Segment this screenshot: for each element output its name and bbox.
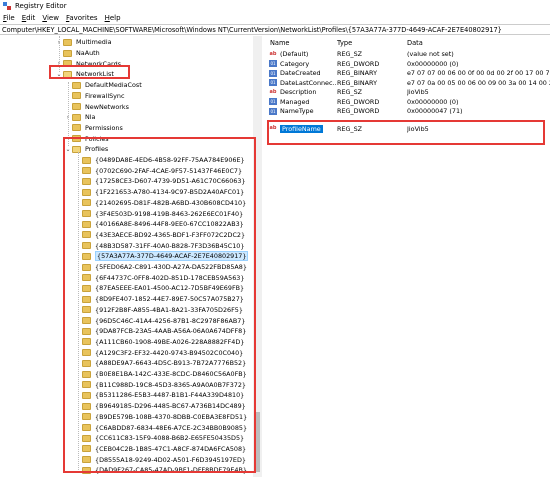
value-row[interactable]: ab (Default) REG_SZ (value not set) <box>264 50 550 60</box>
value-type: REG_BINARY <box>337 69 377 78</box>
highlight-networklist <box>49 65 130 79</box>
value-name: Description <box>280 88 317 97</box>
tree-item-label: Nla <box>85 113 96 122</box>
binary-value-icon: 01 <box>269 69 277 77</box>
tree-item-label: NaAuth <box>76 49 100 58</box>
title-bar: Registry Editor <box>0 0 550 12</box>
value-name-cell: 01 DateCreated <box>269 69 337 79</box>
tree-item-permissions[interactable]: Permissions <box>64 123 123 134</box>
tree-item-label: DefaultMediaCost <box>85 81 142 90</box>
value-data: 0x00000047 (71) <box>407 107 463 116</box>
binary-value-icon: 01 <box>269 107 277 115</box>
value-data: e7 07 07 00 06 00 0f 00 0d 00 2f 00 17 0… <box>407 69 550 78</box>
column-header-data[interactable]: Data <box>407 38 423 48</box>
tree-item-multimedia[interactable]: › Multimedia <box>55 37 112 48</box>
menu-item[interactable]: View <box>42 14 59 22</box>
value-name: Category <box>280 59 310 68</box>
folder-icon <box>72 103 81 111</box>
value-name-cell: ab (Default) <box>269 50 337 60</box>
folder-icon <box>63 49 72 57</box>
value-row[interactable]: 01 Category REG_DWORD 0x00000000 (0) <box>264 59 550 69</box>
value-name-cell: ab Description <box>269 88 337 98</box>
tree-item-defaultmediacost[interactable]: DefaultMediaCost <box>64 80 142 91</box>
value-name-cell: 01 NameType <box>269 107 337 117</box>
tree-item-label: Permissions <box>85 123 123 132</box>
value-name: Managed <box>280 97 310 106</box>
folder-icon <box>72 124 81 132</box>
folder-icon <box>72 92 81 100</box>
value-name: NameType <box>280 107 314 116</box>
value-name: DateCreated <box>280 69 321 78</box>
address-bar[interactable]: Computer\HKEY_LOCAL_MACHINE\SOFTWARE\Mic… <box>0 24 550 35</box>
tree-item-label: FirewallSync <box>85 91 125 100</box>
folder-icon <box>63 38 72 46</box>
value-type: REG_DWORD <box>337 107 380 116</box>
binary-value-icon: 01 <box>269 79 277 87</box>
binary-value-icon: 01 <box>269 60 277 68</box>
value-type: REG_BINARY <box>337 78 377 87</box>
tree-scrollbar-thumb[interactable] <box>256 412 260 472</box>
value-type: REG_SZ <box>337 50 363 59</box>
highlight-profilename <box>267 120 545 145</box>
window-title: Registry Editor <box>15 2 67 10</box>
value-type: REG_DWORD <box>337 97 380 106</box>
value-name: (Default) <box>280 50 309 59</box>
value-name-cell: 01 Category <box>269 59 337 69</box>
value-data: (value not set) <box>407 50 454 59</box>
folder-icon <box>72 81 81 89</box>
value-data: e7 07 0a 00 05 00 06 00 09 00 3a 00 14 0… <box>407 78 550 87</box>
highlight-profiles <box>63 137 256 473</box>
menu-bar: File Edit View Favorites Help <box>0 12 550 23</box>
folder-icon <box>72 113 81 121</box>
tree-item-label: Multimedia <box>76 38 112 47</box>
tree-item-label: NewNetworks <box>85 102 129 111</box>
menu-item[interactable]: File <box>3 14 15 22</box>
value-row[interactable]: ab Description REG_SZ JioVib5 <box>264 88 550 98</box>
value-name-cell: 01 DateLastConnec... <box>269 78 337 88</box>
tree-item-naauth[interactable]: NaAuth <box>55 48 100 59</box>
value-data: 0x00000000 (0) <box>407 59 459 68</box>
value-row[interactable]: 01 DateLastConnec... REG_BINARY e7 07 0a 00… <box>264 78 550 88</box>
column-header-type[interactable]: Type <box>337 38 352 48</box>
value-type: REG_DWORD <box>337 59 380 68</box>
value-name: DateLastConnec... <box>280 78 337 87</box>
value-type: REG_SZ <box>337 88 363 97</box>
value-row[interactable]: 01 DateCreated REG_BINARY e7 07 07 00 06 00… <box>264 69 550 79</box>
value-data: JioVib5 <box>407 88 429 97</box>
value-row[interactable]: 01 NameType REG_DWORD 0x00000047 (71) <box>264 107 550 117</box>
value-data: 0x00000000 (0) <box>407 97 459 106</box>
menu-item[interactable]: Favorites <box>66 14 98 22</box>
string-value-icon: ab <box>269 50 277 57</box>
menu-item[interactable]: Help <box>105 14 121 22</box>
tree-item-newnetworks[interactable]: NewNetworks <box>64 101 129 112</box>
value-name-cell: 01 Managed <box>269 97 337 107</box>
registry-editor-icon <box>3 2 11 10</box>
string-value-icon: ab <box>269 88 277 95</box>
tree-item-firewallsync[interactable]: FirewallSync <box>64 91 125 102</box>
menu-item[interactable]: Edit <box>22 14 36 22</box>
column-header-name[interactable]: Name <box>270 38 289 48</box>
values-list[interactable]: Name Type Data ab (Default) REG_SZ (value not … <box>264 36 550 477</box>
value-row[interactable]: 01 Managed REG_DWORD 0x00000000 (0) <box>264 97 550 107</box>
binary-value-icon: 01 <box>269 98 277 106</box>
